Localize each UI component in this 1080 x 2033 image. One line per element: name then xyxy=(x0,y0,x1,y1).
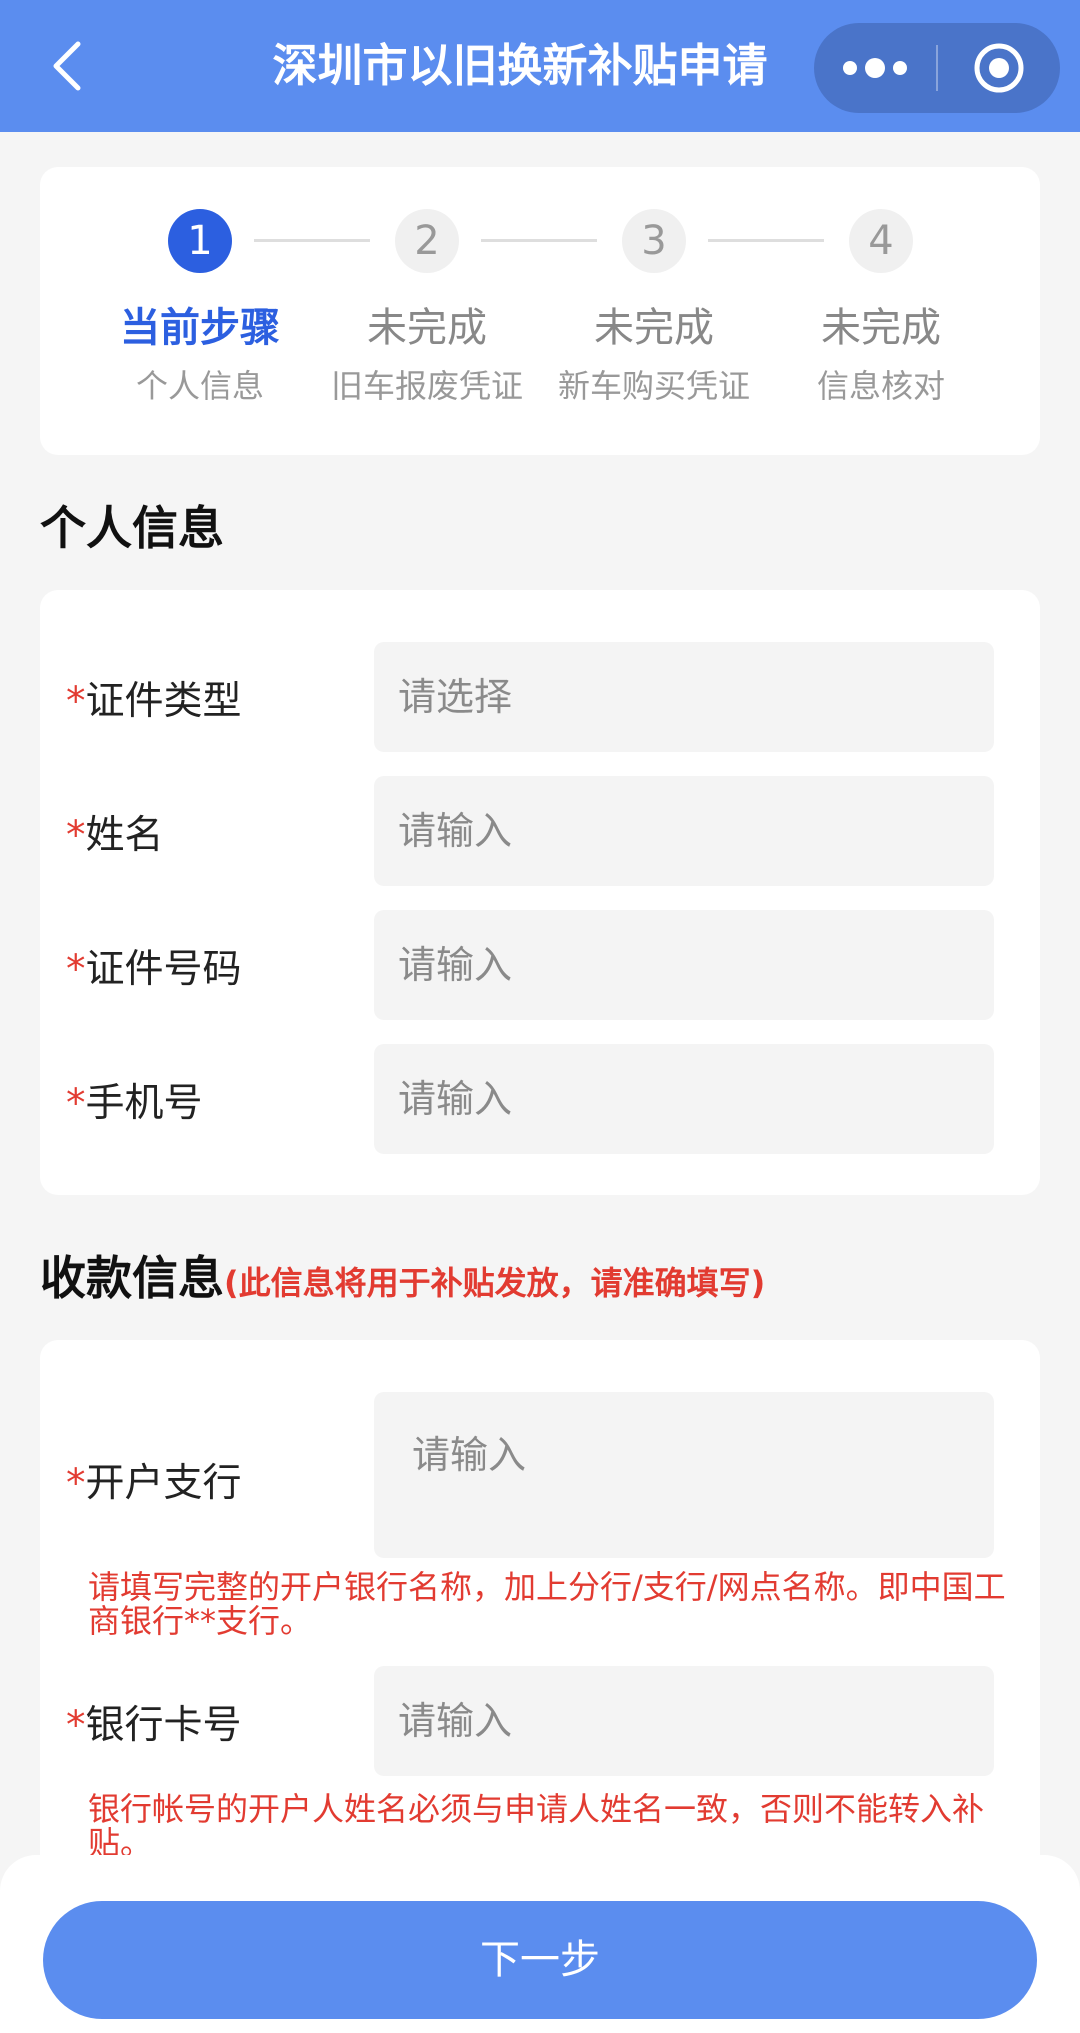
back-arrow-icon[interactable] xyxy=(40,36,100,96)
field-label: *证件类型 xyxy=(66,679,242,724)
more-options-icon[interactable] xyxy=(814,23,936,113)
bank-card-hint: 银行帐号的开户人姓名必须与申请人姓名一致，否则不能转入补贴。 xyxy=(88,1790,985,1862)
bank-card-input[interactable]: 请输入 xyxy=(374,1666,994,1776)
step-status: 未完成 xyxy=(821,305,941,351)
step-number: 3 xyxy=(622,209,686,273)
personal-info-card: *证件类型 请选择 *姓名 请输入 *证件号码 请输入 *手机号 请输入 xyxy=(40,590,1040,1195)
name-input[interactable]: 请输入 xyxy=(374,776,994,886)
next-step-button[interactable]: 下一步 xyxy=(43,1901,1037,2019)
mini-program-capsule xyxy=(814,23,1060,113)
step-status: 当前步骤 xyxy=(120,305,280,351)
step-indicator-card: 1 当前步骤 个人信息 2 未完成 旧车报废凭证 3 未完成 新车购买凭证 4 … xyxy=(40,167,1040,455)
step-desc: 新车购买凭证 xyxy=(557,367,750,405)
bank-branch-textarea[interactable]: 请输入 xyxy=(374,1392,994,1558)
step-desc: 信息核对 xyxy=(816,367,945,405)
field-label: 开户支行*开户支行 xyxy=(66,1461,242,1506)
step-connector xyxy=(481,239,597,242)
step-number: 1 xyxy=(168,209,232,273)
field-label: *姓名 xyxy=(66,813,164,858)
phone-input[interactable]: 请输入 xyxy=(374,1044,994,1154)
step-desc: 个人信息 xyxy=(135,367,264,405)
personal-info-title: 个人信息 xyxy=(40,501,224,555)
step-number: 4 xyxy=(849,209,913,273)
field-label: *手机号 xyxy=(66,1081,203,1126)
close-target-icon[interactable] xyxy=(938,23,1060,113)
nav-bar: 深圳市以旧换新补贴申请 xyxy=(0,0,1080,132)
payment-info-card: 开户支行*开户支行 请输入 请填写完整的开户银行名称，加上分行/支行/网点名称。… xyxy=(40,1340,1040,1900)
bottom-action-bar: 下一步 xyxy=(0,1855,1080,2033)
field-label: *证件号码 xyxy=(66,947,242,992)
step-desc: 旧车报废凭证 xyxy=(330,367,523,405)
step-connector xyxy=(254,239,370,242)
step-number: 2 xyxy=(395,209,459,273)
page-title: 深圳市以旧换新补贴申请 xyxy=(272,39,768,92)
payment-info-note: (此信息将用于补贴发放，请准确填写) xyxy=(224,1264,766,1302)
step-status: 未完成 xyxy=(367,305,487,351)
bank-branch-hint: 请填写完整的开户银行名称，加上分行/支行/网点名称。即中国工商银行**支行。 xyxy=(88,1568,1006,1640)
step-status: 未完成 xyxy=(594,305,714,351)
id-number-input[interactable]: 请输入 xyxy=(374,910,994,1020)
payment-info-title: 收款信息(此信息将用于补贴发放，请准确填写) xyxy=(40,1251,766,1305)
id-type-select[interactable]: 请选择 xyxy=(374,642,994,752)
step-connector xyxy=(708,239,824,242)
field-label: *银行卡号 xyxy=(66,1703,242,1748)
